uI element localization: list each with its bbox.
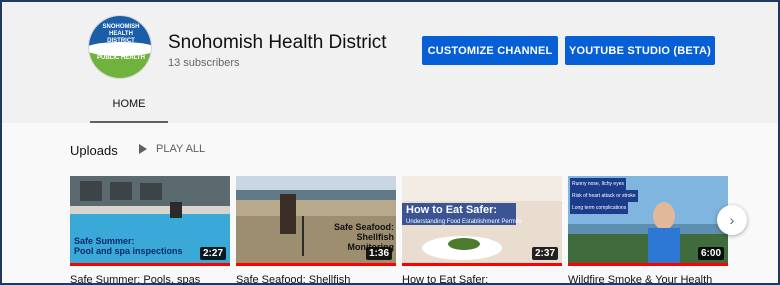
channel-name: Snohomish Health District bbox=[168, 32, 387, 53]
play-all-label: PLAY ALL bbox=[156, 143, 206, 155]
video-duration: 1:36 bbox=[365, 247, 392, 260]
video-thumbnail-food[interactable]: How to Eat Safer: Understanding Food Est… bbox=[402, 176, 562, 266]
video-thumbnail-pool[interactable]: Safe Summer: Pool and spa inspections 2:… bbox=[70, 176, 230, 266]
video-duration: 2:27 bbox=[199, 247, 226, 260]
subscriber-count: 13 subscribers bbox=[168, 57, 240, 69]
video-title[interactable]: How to Eat Safer: bbox=[402, 274, 488, 285]
video-thumbnail-seafood[interactable]: Safe Seafood: Shellfish Monitoring 1:36 bbox=[236, 176, 396, 266]
avatar-logo-bottom-text: PUBLIC HEALTH bbox=[97, 55, 145, 61]
watched-progress-bar bbox=[70, 263, 230, 266]
customize-channel-button[interactable]: CUSTOMIZE CHANNEL bbox=[422, 36, 558, 65]
youtube-studio-button[interactable]: YOUTUBE STUDIO (BETA) bbox=[565, 36, 715, 65]
video-title[interactable]: Safe Summer: Pools, spas bbox=[70, 274, 200, 285]
tab-home[interactable]: HOME bbox=[90, 87, 168, 123]
channel-avatar[interactable]: SNOHOMISH HEALTH DISTRICT PUBLIC HEALTH bbox=[88, 15, 152, 79]
uploads-section-title[interactable]: Uploads bbox=[70, 143, 118, 158]
watched-progress-bar bbox=[568, 263, 728, 266]
video-overlay-title: How to Eat Safer: bbox=[406, 204, 498, 216]
video-title[interactable]: Safe Seafood: Shellfish bbox=[236, 274, 350, 285]
video-thumbnail-wildfire[interactable]: Runny nose, Itchy eyes Risk of heart att… bbox=[568, 176, 728, 266]
video-overlay-line: Runny nose, Itchy eyes bbox=[570, 178, 626, 190]
play-icon bbox=[139, 144, 147, 154]
chevron-right-icon: › bbox=[729, 212, 735, 228]
watched-progress-bar bbox=[236, 263, 396, 266]
channel-header: SNOHOMISH HEALTH DISTRICT PUBLIC HEALTH … bbox=[2, 2, 778, 123]
video-overlay-text: Safe Summer: Pool and spa inspections bbox=[74, 236, 183, 256]
video-overlay-line: Long term complications bbox=[570, 202, 629, 214]
play-all-button[interactable]: PLAY ALL bbox=[139, 143, 205, 155]
video-duration: 2:37 bbox=[531, 247, 558, 260]
video-title[interactable]: Wildfire Smoke & Your Health bbox=[568, 274, 712, 285]
carousel-next-button[interactable]: › bbox=[717, 205, 747, 235]
watched-progress-bar bbox=[402, 263, 562, 266]
video-overlay-subtitle: Understanding Food Establishment Permits bbox=[406, 219, 522, 225]
video-overlay-line: Risk of heart attack or stroke bbox=[570, 190, 638, 202]
video-duration: 6:00 bbox=[697, 247, 724, 260]
avatar-logo-top-text: SNOHOMISH HEALTH DISTRICT bbox=[102, 24, 140, 44]
